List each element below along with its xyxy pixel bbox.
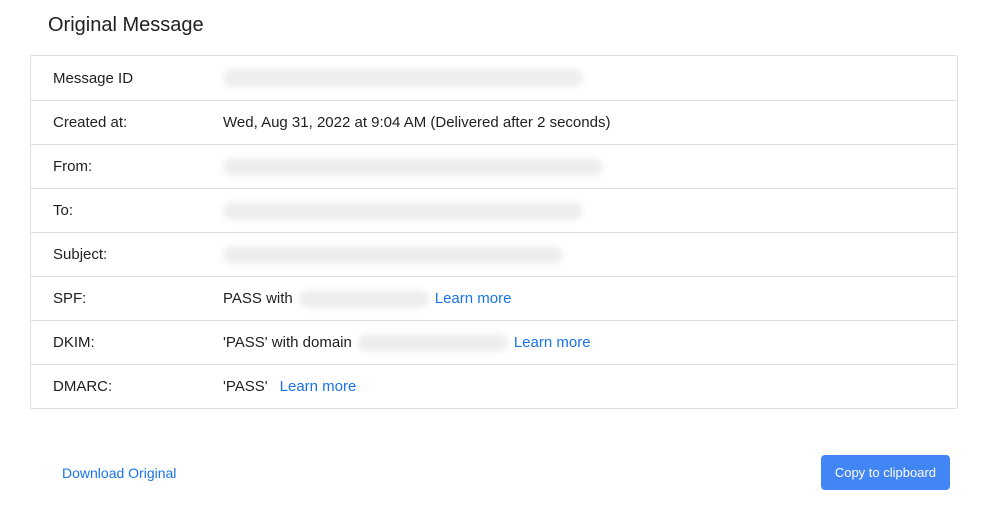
dmarc-status-text: 'PASS' — [223, 378, 268, 395]
dkim-status-text: 'PASS' with domain — [223, 334, 352, 351]
row-spf: SPF: PASS with Learn more — [31, 276, 957, 320]
value-created-at: Wed, Aug 31, 2022 at 9:04 AM (Delivered … — [223, 114, 957, 131]
value-dmarc: 'PASS' Learn more — [223, 378, 957, 395]
dmarc-learn-more-link[interactable]: Learn more — [280, 378, 357, 395]
redacted-to — [223, 202, 583, 220]
row-dkim: DKIM: 'PASS' with domain Learn more — [31, 320, 957, 364]
value-spf: PASS with Learn more — [223, 290, 957, 308]
redacted-dkim-domain — [358, 334, 508, 352]
redacted-subject — [223, 246, 563, 264]
row-to: To: — [31, 188, 957, 232]
value-dkim: 'PASS' with domain Learn more — [223, 334, 957, 352]
label-from: From: — [31, 158, 223, 175]
label-spf: SPF: — [31, 290, 223, 307]
headers-table: Message ID Created at: Wed, Aug 31, 2022… — [30, 55, 958, 409]
label-dkim: DKIM: — [31, 334, 223, 351]
value-message-id — [223, 69, 957, 87]
spf-learn-more-link[interactable]: Learn more — [435, 290, 512, 307]
copy-to-clipboard-button[interactable]: Copy to clipboard — [821, 455, 950, 490]
value-to — [223, 202, 957, 220]
row-message-id: Message ID — [31, 56, 957, 100]
label-dmarc: DMARC: — [31, 378, 223, 395]
label-to: To: — [31, 202, 223, 219]
original-message-panel: Original Message Message ID Created at: … — [0, 0, 988, 510]
dkim-learn-more-link[interactable]: Learn more — [514, 334, 591, 351]
row-dmarc: DMARC: 'PASS' Learn more — [31, 364, 957, 408]
label-subject: Subject: — [31, 246, 223, 263]
value-subject — [223, 246, 957, 264]
row-created-at: Created at: Wed, Aug 31, 2022 at 9:04 AM… — [31, 100, 957, 144]
page-title: Original Message — [48, 14, 958, 37]
download-original-link[interactable]: Download Original — [62, 465, 176, 481]
label-message-id: Message ID — [31, 70, 223, 87]
row-subject: Subject: — [31, 232, 957, 276]
label-created-at: Created at: — [31, 114, 223, 131]
value-from — [223, 158, 957, 176]
spf-status-text: PASS with — [223, 290, 293, 307]
row-from: From: — [31, 144, 957, 188]
redacted-message-id — [223, 69, 583, 87]
redacted-from — [223, 158, 603, 176]
footer-actions: Download Original Copy to clipboard — [30, 455, 958, 490]
redacted-spf-ip — [299, 290, 429, 308]
